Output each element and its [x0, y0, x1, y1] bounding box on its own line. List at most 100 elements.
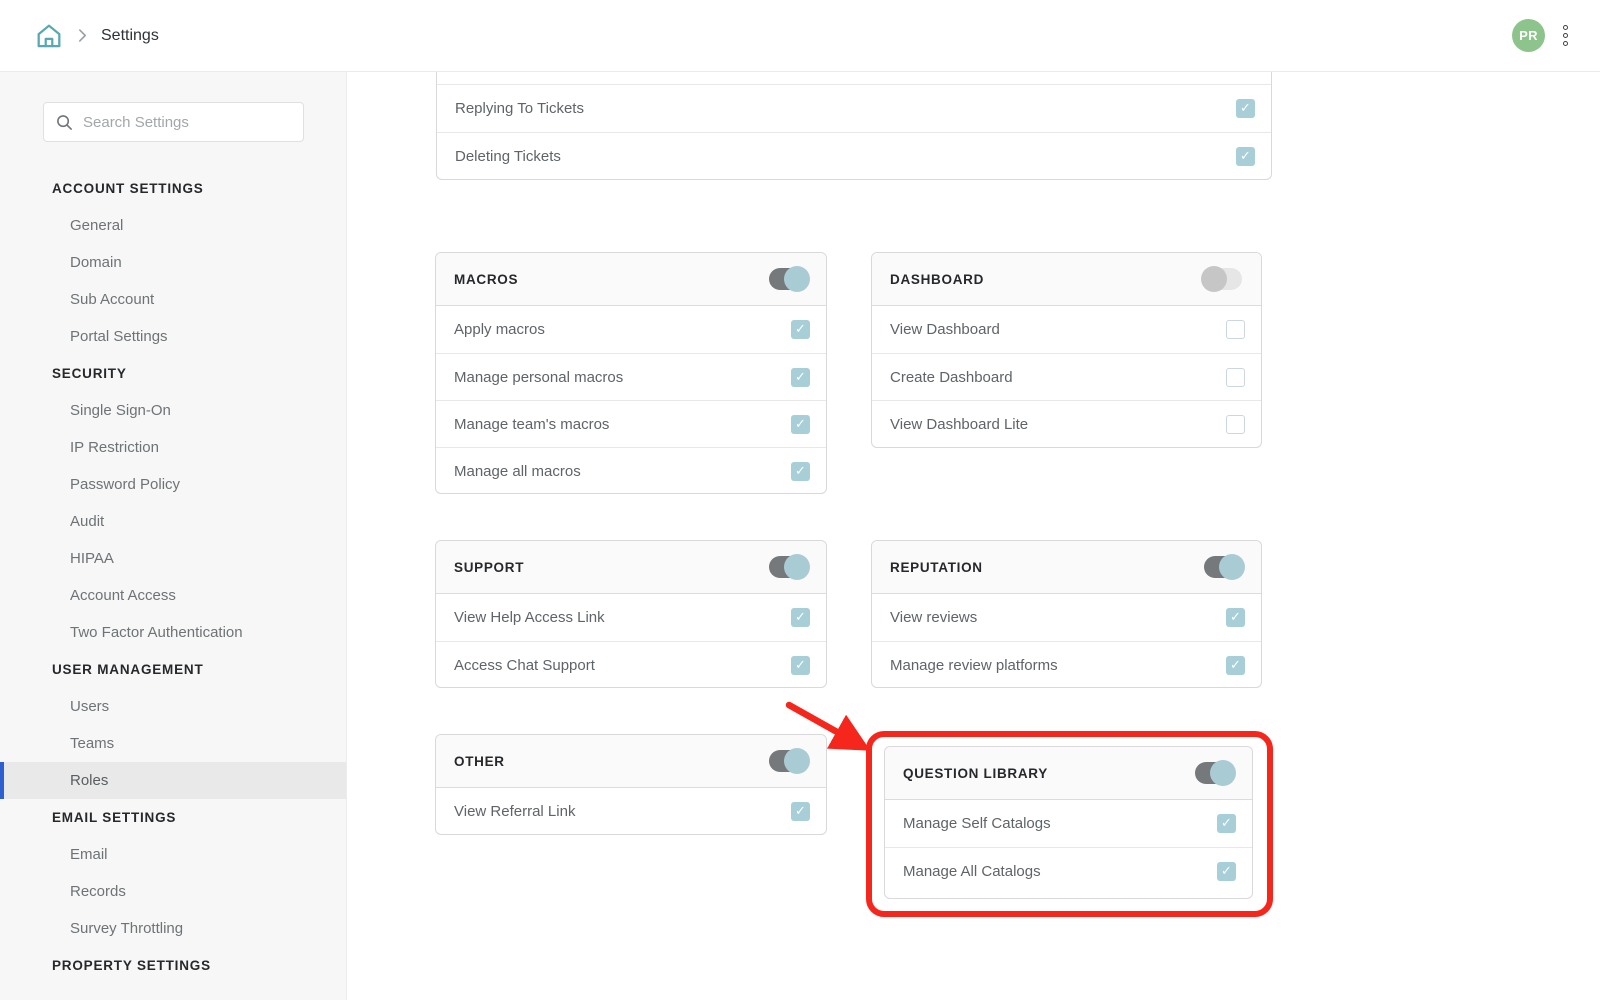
card-title: OTHER — [454, 754, 505, 769]
permission-label: Access Chat Support — [454, 657, 595, 674]
card-title: REPUTATION — [890, 560, 983, 575]
permission-label: Manage all macros — [454, 463, 581, 480]
checkbox-apply-macros[interactable]: ✓ — [791, 320, 810, 339]
chevron-right-icon — [78, 28, 87, 43]
card-title: MACROS — [454, 272, 518, 287]
checkbox-view-dashboard[interactable] — [1226, 320, 1245, 339]
card-header: MACROS — [436, 253, 826, 306]
card-other: OTHER View Referral Link ✓ — [435, 734, 827, 835]
sidebar-item-domain[interactable]: Domain — [0, 244, 347, 281]
sidebar-item-single-sign-on[interactable]: Single Sign-On — [0, 392, 347, 429]
checkbox-view-help-access-link[interactable]: ✓ — [791, 608, 810, 627]
kebab-menu-icon[interactable] — [1559, 21, 1572, 50]
permission-label: View Referral Link — [454, 803, 575, 820]
card-title: DASHBOARD — [890, 272, 984, 287]
sidebar-item-roles[interactable]: Roles — [0, 762, 347, 799]
checkbox-deleting-tickets[interactable]: ✓ — [1236, 147, 1255, 166]
permission-label: Manage Self Catalogs — [903, 815, 1051, 832]
card-tickets: Replying To Tickets ✓ Deleting Tickets ✓ — [436, 72, 1272, 180]
breadcrumb: Settings — [34, 21, 159, 51]
checkbox-manage-all-catalogs[interactable]: ✓ — [1217, 862, 1236, 881]
sidebar-item-two-factor-authentication[interactable]: Two Factor Authentication — [0, 614, 347, 651]
card-macros: MACROS Apply macros ✓ Manage personal macro… — [435, 252, 827, 494]
sidebar-item-sub-account[interactable]: Sub Account — [0, 281, 347, 318]
permission-label: Apply macros — [454, 321, 545, 338]
card-reputation: REPUTATIONView reviews✓Manage review pla… — [871, 540, 1262, 688]
sidebar-section-user-management: USER MANAGEMENT — [0, 651, 347, 688]
card-question-library: QUESTION LIBRARYManage Self Catalogs✓Man… — [884, 746, 1253, 899]
sidebar-item-records[interactable]: Records — [0, 873, 347, 910]
toggle-other[interactable] — [766, 748, 810, 774]
avatar[interactable]: PR — [1512, 19, 1545, 52]
permission-label: Manage team's macros — [454, 416, 609, 433]
card-header: REPUTATION — [872, 541, 1261, 594]
search-input[interactable] — [83, 114, 291, 131]
checkbox-view-reviews[interactable]: ✓ — [1226, 608, 1245, 627]
checkbox-manage-personal-macros[interactable]: ✓ — [791, 368, 810, 387]
sidebar-item-ip-restriction[interactable]: IP Restriction — [0, 429, 347, 466]
permission-row: View Dashboard — [872, 306, 1261, 353]
card-title: SUPPORT — [454, 560, 524, 575]
toggle-question-library[interactable] — [1192, 760, 1236, 786]
sidebar-section-account-settings: ACCOUNT SETTINGS — [0, 170, 347, 207]
settings-sidebar: ACCOUNT SETTINGSGeneralDomainSub Account… — [0, 72, 347, 1000]
sidebar-section-email-settings: EMAIL SETTINGS — [0, 799, 347, 836]
sidebar-item-hipaa[interactable]: HIPAA — [0, 540, 347, 577]
card-dashboard: DASHBOARD View Dashboard Create Dashboard V… — [871, 252, 1262, 448]
sidebar-item-password-policy[interactable]: Password Policy — [0, 466, 347, 503]
card-header: OTHER — [436, 735, 826, 788]
card-header: QUESTION LIBRARY — [885, 747, 1252, 800]
sidebar-item-general[interactable]: General — [0, 207, 347, 244]
home-icon[interactable] — [34, 21, 64, 51]
toggle-support[interactable] — [766, 554, 810, 580]
sidebar-item-email[interactable]: Email — [0, 836, 347, 873]
checkbox-view-dashboard-lite[interactable] — [1226, 415, 1245, 434]
card-header: DASHBOARD — [872, 253, 1261, 306]
checkbox-view-referral-link[interactable]: ✓ — [791, 802, 810, 821]
toggle-dashboard[interactable] — [1201, 266, 1245, 292]
permission-label: View Dashboard Lite — [890, 416, 1028, 433]
toggle-reputation[interactable] — [1201, 554, 1245, 580]
permission-row: Replying To Tickets ✓ — [437, 85, 1271, 132]
permission-row: Manage Self Catalogs ✓ — [885, 800, 1252, 847]
permission-row: View Help Access Link ✓ — [436, 594, 826, 641]
sidebar-item-teams[interactable]: Teams — [0, 725, 347, 762]
cutoff-row — [437, 72, 1271, 85]
sidebar-item-portal-settings[interactable]: Portal Settings — [0, 318, 347, 355]
checkbox-manage-self-catalogs[interactable]: ✓ — [1217, 814, 1236, 833]
sidebar-item-audit[interactable]: Audit — [0, 503, 347, 540]
card-header: SUPPORT — [436, 541, 826, 594]
toggle-macros[interactable] — [766, 266, 810, 292]
checkbox-manage-all-macros[interactable]: ✓ — [791, 462, 810, 481]
permission-row: View Dashboard Lite — [872, 400, 1261, 447]
sidebar-item-users[interactable]: Users — [0, 688, 347, 725]
permission-label: Replying To Tickets — [455, 100, 584, 117]
sidebar-section-security: SECURITY — [0, 355, 347, 392]
permission-label: Manage review platforms — [890, 657, 1058, 674]
checkbox-access-chat-support[interactable]: ✓ — [791, 656, 810, 675]
page-title: Settings — [101, 27, 159, 45]
permission-row: Manage All Catalogs ✓ — [885, 847, 1252, 894]
top-header-bar: Settings PR — [0, 0, 1600, 72]
permission-label: Create Dashboard — [890, 369, 1013, 386]
permission-row: Apply macros ✓ — [436, 306, 826, 353]
checkbox-manage-review-platforms[interactable]: ✓ — [1226, 656, 1245, 675]
search-icon — [56, 114, 73, 131]
checkbox-create-dashboard[interactable] — [1226, 368, 1245, 387]
permission-row: Deleting Tickets ✓ — [437, 132, 1271, 179]
sidebar-item-account-access[interactable]: Account Access — [0, 577, 347, 614]
permission-row: View reviews ✓ — [872, 594, 1261, 641]
card-title: QUESTION LIBRARY — [903, 766, 1048, 781]
checkbox-manage-team-s-macros[interactable]: ✓ — [791, 415, 810, 434]
sidebar-section-property-settings: PROPERTY SETTINGS — [0, 947, 347, 984]
permission-label: View reviews — [890, 609, 977, 626]
permission-row: Access Chat Support ✓ — [436, 641, 826, 688]
sidebar-item-survey-throttling[interactable]: Survey Throttling — [0, 910, 347, 947]
permission-label: View Help Access Link — [454, 609, 605, 626]
permission-label: Manage personal macros — [454, 369, 623, 386]
checkbox-replying-to-tickets[interactable]: ✓ — [1236, 99, 1255, 118]
card-support: SUPPORTView Help Access Link✓Access Chat… — [435, 540, 827, 688]
permission-label: Manage All Catalogs — [903, 863, 1041, 880]
permission-label: Deleting Tickets — [455, 148, 561, 165]
permission-row: Manage review platforms ✓ — [872, 641, 1261, 688]
